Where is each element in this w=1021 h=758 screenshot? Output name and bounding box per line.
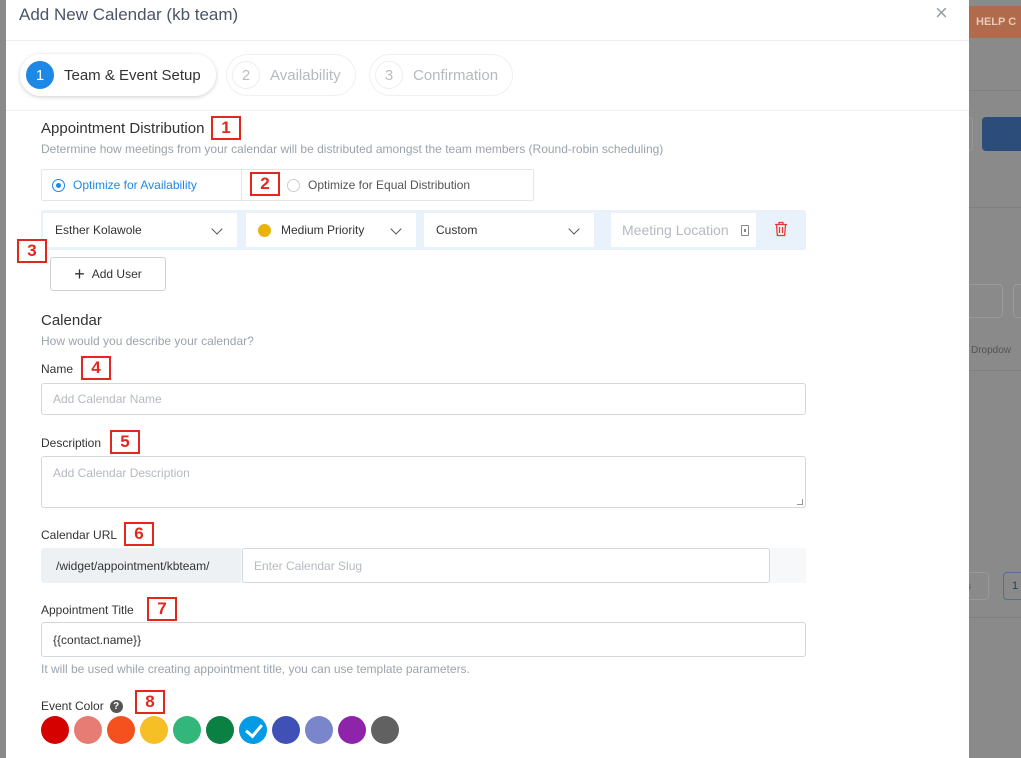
background-help-button: HELP C bbox=[966, 6, 1021, 38]
member-name: Esther Kolawole bbox=[55, 223, 142, 237]
step-number: 1 bbox=[26, 61, 54, 89]
calendar-name-input[interactable]: Add Calendar Name bbox=[41, 383, 806, 415]
annotation-marker: 6 bbox=[124, 522, 154, 546]
color-swatch-selected[interactable] bbox=[239, 716, 267, 744]
calendar-description-placeholder: Add Calendar Description bbox=[53, 466, 190, 480]
radio-label: Optimize for Availability bbox=[73, 178, 197, 192]
meeting-location-input[interactable]: Meeting Location bbox=[611, 213, 756, 247]
appointment-title-label: Appointment Title bbox=[41, 603, 134, 617]
priority-select[interactable]: Medium Priority bbox=[246, 213, 416, 247]
annotation-marker: 7 bbox=[147, 597, 177, 621]
calendar-section-subtitle: How would you describe your calendar? bbox=[41, 334, 254, 348]
color-swatch[interactable] bbox=[41, 716, 69, 744]
plus-icon: + bbox=[74, 264, 85, 284]
background-divider bbox=[969, 207, 1021, 208]
annotation-marker: 3 bbox=[17, 239, 47, 263]
appointment-title-input[interactable]: {{contact.name}} bbox=[41, 622, 806, 657]
distribution-subtitle: Determine how meetings from your calenda… bbox=[41, 142, 664, 156]
color-swatch[interactable] bbox=[371, 716, 399, 744]
trash-icon[interactable] bbox=[774, 221, 788, 237]
step-label: Team & Event Setup bbox=[64, 66, 201, 84]
meeting-location-placeholder: Meeting Location bbox=[622, 222, 729, 238]
stepper: 1 Team & Event Setup 2 Availability 3 Co… bbox=[6, 41, 969, 111]
add-calendar-modal: Add New Calendar (kb team) × 1 Team & Ev… bbox=[6, 0, 969, 758]
appointment-title-help: It will be used while creating appointme… bbox=[41, 662, 470, 676]
annotation-marker: 5 bbox=[110, 430, 140, 454]
step-team-event-setup[interactable]: 1 Team & Event Setup bbox=[20, 54, 216, 96]
event-color-label: Event Color bbox=[41, 699, 104, 713]
calendar-url-prefix: /widget/appointment/kbteam/ bbox=[41, 548, 241, 583]
color-swatch[interactable] bbox=[74, 716, 102, 744]
step-number: 2 bbox=[232, 61, 260, 89]
annotation-marker: 4 bbox=[81, 356, 111, 380]
background-primary-button bbox=[982, 117, 1021, 151]
radio-unchecked-icon bbox=[287, 178, 300, 192]
background-dropdown-text: Dropdow bbox=[971, 345, 1012, 356]
calendar-slug-input[interactable]: Enter Calendar Slug bbox=[242, 548, 770, 583]
add-user-label: Add User bbox=[91, 267, 142, 281]
distribution-title: Appointment Distribution bbox=[41, 120, 205, 137]
background-input bbox=[1013, 284, 1021, 318]
chevron-down-icon bbox=[211, 223, 223, 235]
radio-optimize-availability[interactable]: Optimize for Availability bbox=[52, 170, 197, 200]
annotation-marker: 8 bbox=[135, 690, 165, 714]
name-label: Name bbox=[41, 362, 74, 376]
background-divider bbox=[969, 90, 1021, 91]
background-divider bbox=[969, 617, 1021, 618]
description-label: Description bbox=[41, 436, 102, 450]
step-confirmation[interactable]: 3 Confirmation bbox=[369, 54, 514, 96]
annotation-marker: 1 bbox=[211, 116, 241, 140]
calendar-section-title: Calendar bbox=[41, 312, 102, 329]
calendar-slug-placeholder: Enter Calendar Slug bbox=[254, 558, 363, 573]
calendar-name-placeholder: Add Calendar Name bbox=[53, 392, 162, 406]
appointment-title-value: {{contact.name}} bbox=[53, 632, 142, 647]
color-swatch[interactable] bbox=[173, 716, 201, 744]
radio-optimize-equal-distribution[interactable]: Optimize for Equal Distribution bbox=[287, 170, 470, 200]
member-select[interactable]: Esther Kolawole bbox=[43, 213, 237, 247]
radio-label: Optimize for Equal Distribution bbox=[308, 178, 471, 192]
event-color-label-row: Event Color ? bbox=[41, 699, 123, 713]
background-page-button: 1 bbox=[1003, 572, 1021, 600]
color-swatch[interactable] bbox=[206, 716, 234, 744]
background-small-control: s bbox=[966, 572, 989, 600]
priority-label: Medium Priority bbox=[281, 223, 365, 237]
modal-header: Add New Calendar (kb team) × bbox=[6, 0, 969, 41]
radio-checked-icon bbox=[52, 178, 65, 192]
annotation-marker: 2 bbox=[250, 172, 280, 196]
color-swatch[interactable] bbox=[338, 716, 366, 744]
chevron-down-icon bbox=[390, 223, 402, 235]
resize-handle-icon[interactable] bbox=[797, 499, 803, 505]
background-divider bbox=[969, 370, 1021, 371]
step-number: 3 bbox=[375, 61, 403, 89]
distribution-radio-group: Optimize for Availability Optimize for E… bbox=[41, 169, 534, 201]
add-user-button[interactable]: + Add User bbox=[50, 257, 166, 291]
event-color-swatches bbox=[41, 716, 404, 744]
location-icon bbox=[741, 225, 749, 236]
color-swatch[interactable] bbox=[305, 716, 333, 744]
step-label: Confirmation bbox=[413, 66, 499, 84]
help-icon[interactable]: ? bbox=[109, 699, 123, 713]
close-icon[interactable]: × bbox=[935, 2, 948, 24]
step-availability[interactable]: 2 Availability bbox=[226, 54, 356, 96]
color-swatch[interactable] bbox=[140, 716, 168, 744]
chevron-down-icon bbox=[568, 223, 580, 235]
color-swatch[interactable] bbox=[272, 716, 300, 744]
modal-title: Add New Calendar (kb team) bbox=[19, 5, 239, 24]
priority-dot-icon bbox=[258, 223, 271, 237]
color-swatch[interactable] bbox=[107, 716, 135, 744]
meeting-type-select[interactable]: Custom bbox=[424, 213, 594, 247]
calendar-description-textarea[interactable]: Add Calendar Description bbox=[41, 456, 806, 508]
step-label: Availability bbox=[270, 66, 341, 84]
team-member-row: Esther Kolawole Medium Priority Custom M… bbox=[41, 210, 806, 250]
calendar-url-label: Calendar URL bbox=[41, 528, 118, 542]
meeting-type-label: Custom bbox=[436, 223, 478, 237]
